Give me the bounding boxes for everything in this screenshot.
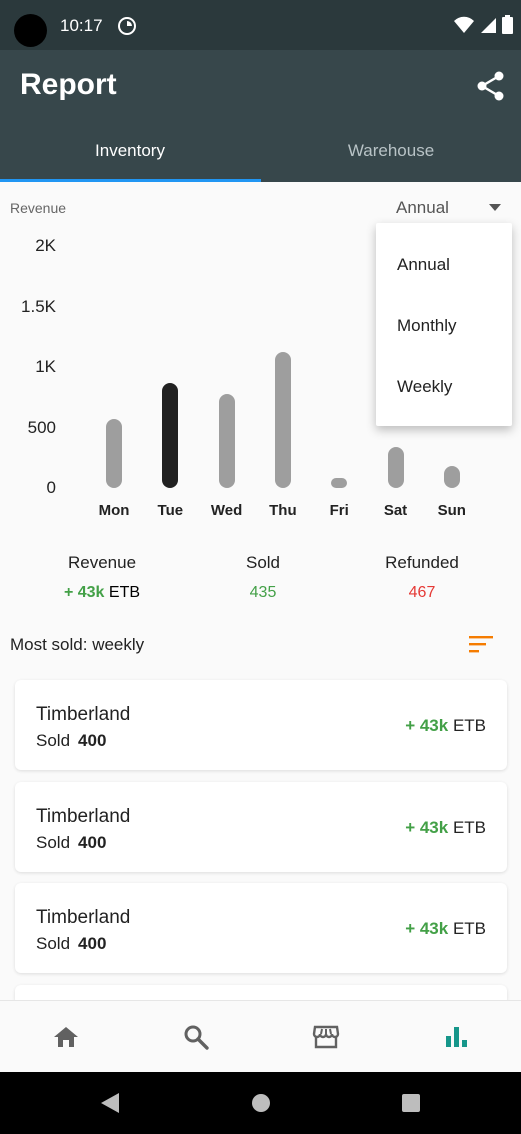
sort-icon[interactable] [469, 635, 495, 653]
x-tick-label: Wed [210, 502, 243, 519]
sold-count: 400 [78, 731, 107, 750]
list-item[interactable]: Timberland Sold 400 + 43k ETB [15, 782, 507, 872]
most-sold-title: Most sold: weekly [10, 635, 145, 654]
product-sold: Sold 400 [36, 833, 106, 853]
bar-chart-icon[interactable] [443, 1023, 471, 1051]
x-tick-label: Mon [98, 502, 130, 519]
revenue-label: Revenue [67, 553, 137, 572]
home-button-icon[interactable] [251, 1093, 271, 1113]
refunded-value: 467 [408, 584, 436, 601]
product-revenue: + 43k ETB [405, 919, 486, 939]
product-name: Timberland [36, 806, 131, 827]
product-sold: Sold 400 [36, 934, 106, 954]
store-icon[interactable] [312, 1023, 340, 1051]
y-tick-label: 0 [46, 478, 56, 497]
product-sold: Sold 400 [36, 731, 106, 751]
chart-bar[interactable] [218, 393, 235, 488]
battery-icon [502, 15, 513, 34]
product-name: Timberland [36, 907, 131, 928]
wifi-icon [454, 16, 474, 33]
status-time: 10:17 [60, 16, 103, 35]
signal-icon [481, 17, 496, 33]
revenue-value: + 43k ETB [22, 584, 182, 602]
period-select[interactable]: Annual [396, 198, 449, 218]
chart-caption: Revenue [10, 200, 67, 216]
x-tick-label: Sun [437, 502, 466, 519]
home-icon[interactable] [52, 1023, 80, 1051]
tab-warehouse[interactable]: Warehouse [261, 128, 521, 182]
share-icon[interactable] [475, 70, 507, 102]
revenue-amount: + 43k [63, 584, 105, 601]
status-bar: 10:17 [0, 0, 521, 50]
sold-caption: Sold [36, 833, 71, 852]
revenue-currency: ETB [108, 584, 141, 601]
report-screen: 10:17 Report Inventory Warehouse Revenue… [0, 0, 521, 1134]
period-dropdown-menu: Annual Monthly Weekly [376, 223, 512, 426]
sold-count: 400 [78, 934, 107, 953]
tab-inventory-label: Inventory [95, 141, 165, 160]
revenue-currency: ETB [452, 716, 486, 735]
sold-count: 400 [78, 833, 107, 852]
menu-item-weekly[interactable]: Weekly [397, 377, 452, 397]
y-tick-label: 1K [35, 357, 56, 376]
product-name: Timberland [36, 704, 131, 725]
x-tick-label: Sat [383, 502, 408, 519]
y-tick-label: 1.5K [21, 296, 56, 316]
tab-warehouse-label: Warehouse [347, 141, 435, 160]
x-tick-label: Fri [329, 502, 349, 519]
menu-item-annual[interactable]: Annual [397, 255, 450, 275]
app-bar: Report Inventory Warehouse [0, 50, 521, 182]
search-icon[interactable] [182, 1023, 210, 1051]
product-revenue: + 43k ETB [405, 716, 486, 736]
revenue-amount: + 43k [405, 818, 449, 837]
chart-bar[interactable] [162, 382, 179, 488]
system-navigation-bar [0, 1072, 521, 1134]
y-tick-label: 2K [35, 236, 56, 255]
chart-bar[interactable] [387, 446, 404, 488]
chart-bar[interactable] [331, 478, 348, 488]
product-revenue: + 43k ETB [405, 818, 486, 838]
list-item[interactable]: Timberland Sold 400 + 43k ETB [15, 680, 507, 770]
sold-caption: Sold [36, 934, 71, 953]
tab-inventory[interactable]: Inventory [0, 128, 260, 182]
x-tick-label: Thu [269, 502, 297, 519]
y-tick-label: 500 [27, 417, 56, 437]
sold-label: Sold [245, 553, 281, 572]
x-tick-label: Tue [157, 502, 184, 519]
chart-bar[interactable] [106, 419, 122, 488]
revenue-currency: ETB [452, 818, 486, 837]
recents-icon[interactable] [401, 1093, 421, 1113]
bottom-navigation [0, 1000, 521, 1072]
tab-indicator [0, 179, 261, 182]
revenue-amount: + 43k [405, 716, 449, 735]
list-item[interactable]: Timberland Sold 400 + 43k ETB [15, 883, 507, 973]
revenue-amount: + 43k [405, 919, 449, 938]
chevron-down-icon[interactable] [489, 204, 501, 211]
camera-cutout [14, 14, 47, 47]
sold-caption: Sold [36, 731, 71, 750]
sold-value: 435 [249, 584, 277, 601]
menu-item-monthly[interactable]: Monthly [397, 316, 457, 336]
app-notification-icon [118, 17, 136, 35]
chart-bar[interactable] [443, 466, 460, 488]
chart-bar[interactable] [274, 352, 291, 488]
refunded-label: Refunded [385, 553, 459, 572]
back-icon[interactable] [100, 1092, 120, 1114]
revenue-currency: ETB [452, 919, 486, 938]
page-title: Report [20, 68, 117, 101]
